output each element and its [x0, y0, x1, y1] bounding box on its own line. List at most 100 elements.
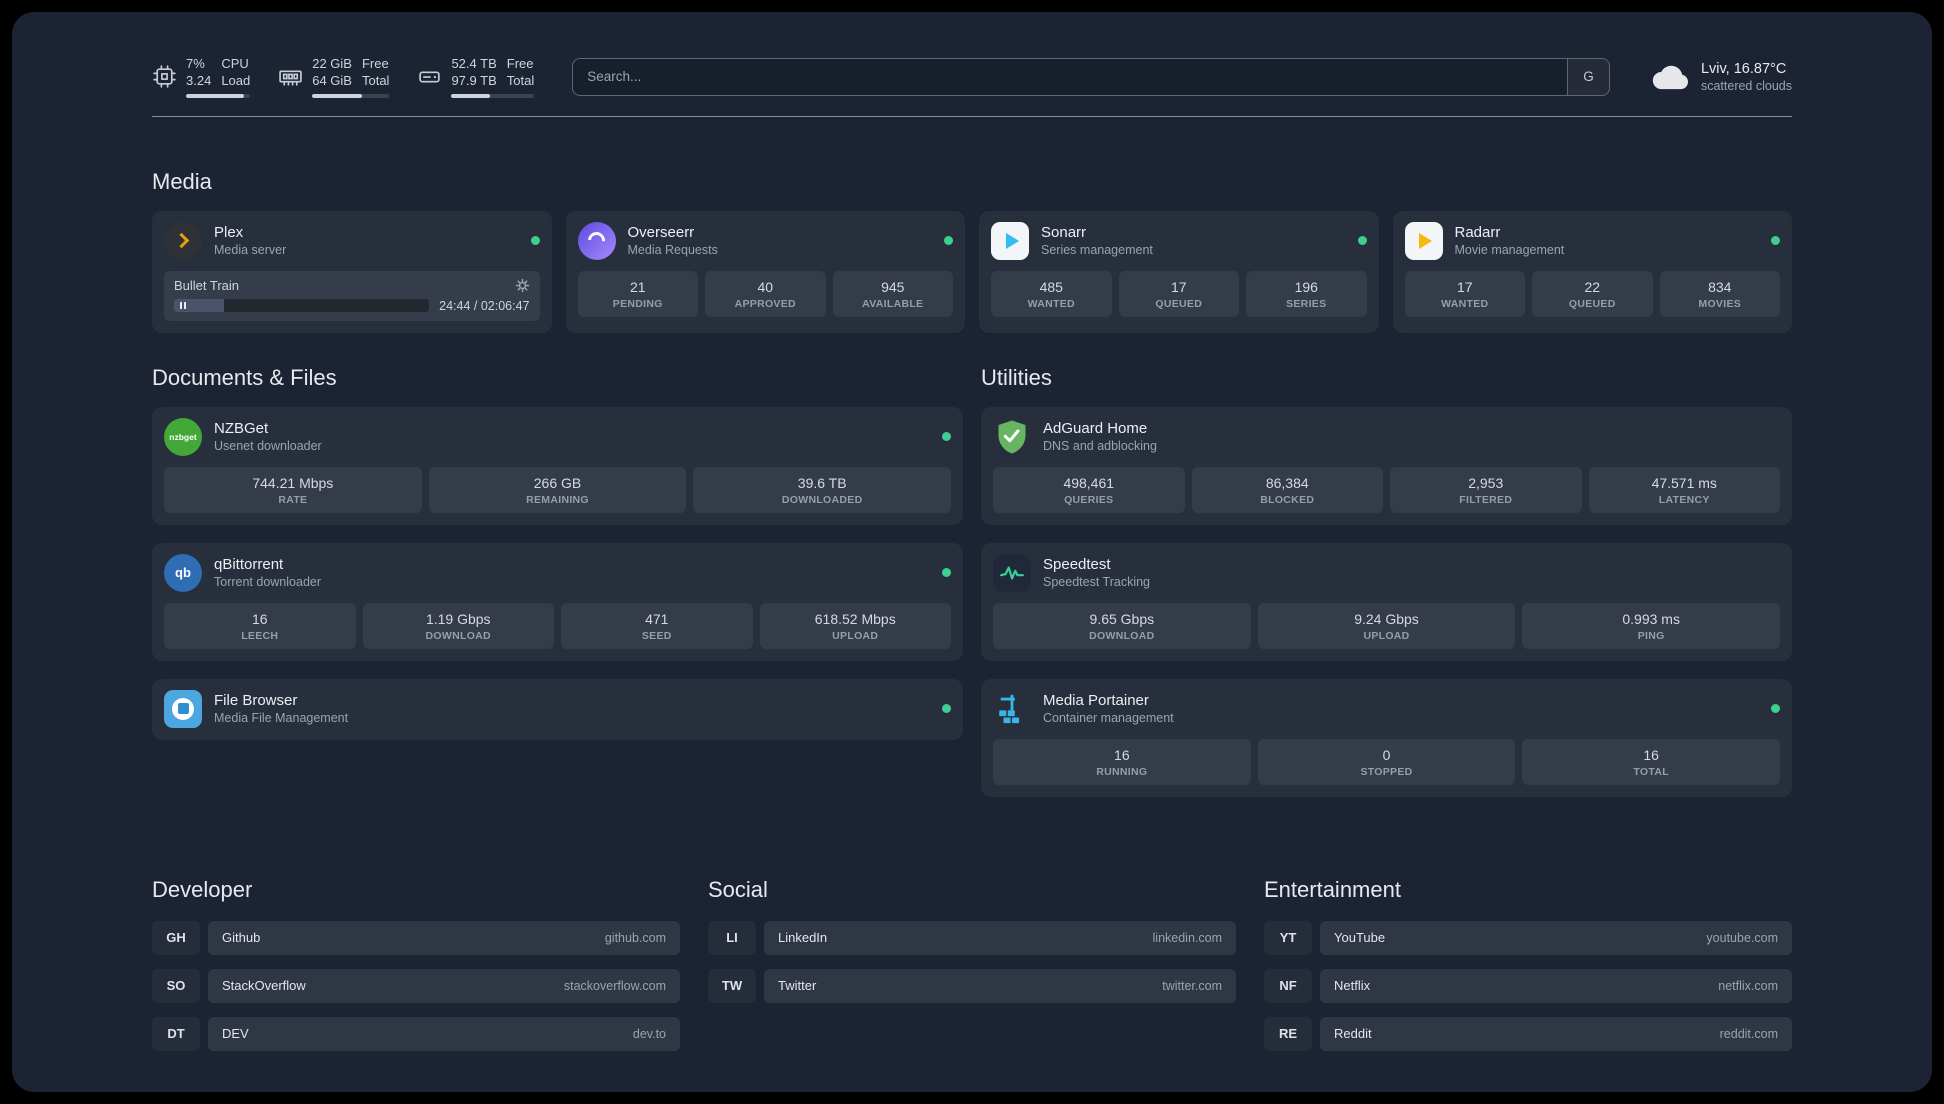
playback-progress-bar[interactable]: [174, 299, 430, 313]
dashboard-panel: 7% 3.24 CPU Load 22 GiB 64 GiB Free Tota…: [12, 12, 1932, 1092]
stat-series: 196 SERIES: [1246, 270, 1367, 317]
service-card-portainer[interactable]: Media Portainer Container management 16 …: [981, 678, 1792, 797]
service-card-sonarr[interactable]: Sonarr Series management 485 WANTED 17 Q…: [979, 210, 1379, 333]
stat-running: 16 RUNNING: [993, 738, 1251, 785]
service-name: Plex: [214, 224, 244, 242]
topbar-divider: [152, 115, 1792, 117]
top-bar: 7% 3.24 CPU Load 22 GiB 64 GiB Free Tota…: [152, 56, 1792, 98]
bookmark-abbr: LI: [708, 920, 756, 955]
bookmark-stackoverflow[interactable]: SO StackOverflow stackoverflow.com: [152, 968, 680, 1003]
stat-ping: 0.993 ms PING: [1522, 602, 1781, 649]
bookmark-group-title: Developer: [152, 876, 253, 902]
gear-icon[interactable]: [515, 278, 530, 293]
bookmark-name: Twitter: [778, 978, 817, 994]
service-desc: Usenet downloader: [214, 439, 322, 454]
service-desc: Container management: [1043, 711, 1174, 726]
search-input[interactable]: [573, 58, 1567, 95]
bookmark-url: dev.to: [632, 1026, 666, 1041]
stat-approved: 40 APPROVED: [705, 270, 826, 317]
bookmark-abbr: YT: [1264, 920, 1312, 955]
status-dot: [942, 568, 951, 578]
pause-icon[interactable]: [180, 302, 186, 310]
bookmark-github[interactable]: GH Github github.com: [152, 920, 680, 955]
bookmark-youtube[interactable]: YT YouTube youtube.com: [1264, 920, 1792, 955]
memory-free: 22 GiB: [312, 56, 352, 71]
cpu-percent: 7%: [186, 56, 205, 71]
bookmark-netflix[interactable]: NF Netflix netflix.com: [1264, 968, 1792, 1003]
service-card-adguard[interactable]: AdGuard Home DNS and adblocking 498,461 …: [981, 406, 1792, 525]
memory-bar-fill: [312, 93, 363, 98]
cpu-load: 3.24: [186, 72, 212, 88]
bookmark-linkedin[interactable]: LI LinkedIn linkedin.com: [708, 920, 1236, 955]
stat-wanted: 17 WANTED: [1404, 270, 1525, 317]
stat-movies: 834 MOVIES: [1659, 270, 1780, 317]
bookmark-name: Reddit: [1334, 1026, 1372, 1042]
plex-icon: [164, 221, 202, 260]
disk-bar-fill: [451, 93, 490, 98]
bookmark-group-title: Entertainment: [1264, 876, 1401, 902]
stat-blocked: 86,384 BLOCKED: [1191, 466, 1383, 513]
memory-widget: 22 GiB 64 GiB Free Total: [278, 56, 390, 98]
search-form: G: [572, 57, 1610, 96]
service-name: qBittorrent: [214, 556, 284, 574]
section-documents: Documents & Files nzbget NZBGet Usenet d…: [152, 365, 963, 758]
service-name: Sonarr: [1041, 224, 1087, 242]
cloud-icon: [1652, 65, 1688, 90]
service-card-plex[interactable]: Plex Media server Bullet Train 24:44 / 0…: [152, 210, 552, 333]
bookmark-abbr: TW: [708, 968, 756, 1003]
stat-filtered: 2,953 FILTERED: [1390, 466, 1582, 513]
cpu-icon: [153, 65, 176, 89]
stat-queued: 17 QUEUED: [1118, 270, 1239, 317]
service-desc: Media Requests: [627, 243, 718, 258]
status-dot: [944, 236, 953, 246]
bookmark-url: reddit.com: [1719, 1026, 1778, 1041]
stat-seed: 471 SEED: [561, 602, 753, 649]
service-card-filebrowser[interactable]: File Browser Media File Management: [152, 678, 963, 740]
overseerr-icon: [577, 221, 616, 260]
disk-bar: [451, 93, 535, 98]
weather-widget: Lviv, 16.87°C scattered clouds: [1648, 61, 1792, 93]
qbittorrent-icon: qb: [164, 553, 202, 592]
stat-leech: 16 LEECH: [164, 602, 356, 649]
stat-total: 16 TOTAL: [1522, 738, 1781, 785]
memory-total-label: Total: [361, 72, 390, 88]
stat-stopped: 0 STOPPED: [1257, 738, 1516, 785]
documents-section-title: Documents & Files: [152, 364, 337, 390]
stat-downloaded: 39.6 TB DOWNLOADED: [693, 466, 952, 513]
search-provider-button[interactable]: G: [1566, 58, 1609, 95]
service-name: NZBGet: [214, 420, 269, 438]
service-card-overseerr[interactable]: Overseerr Media Requests 21 PENDING 40 A…: [565, 210, 965, 333]
service-card-qbittorrent[interactable]: qb qBittorrent Torrent downloader 16 LEE…: [152, 542, 963, 661]
service-name: Radarr: [1454, 224, 1501, 242]
disk-free: 52.4 TB: [451, 56, 497, 71]
disk-free-label: Free: [506, 56, 534, 71]
stat-queued: 22 QUEUED: [1532, 270, 1653, 317]
bookmark-url: twitter.com: [1162, 978, 1222, 993]
stat-upload: 618.52 Mbps UPLOAD: [759, 602, 951, 649]
status-dot: [942, 704, 951, 714]
service-name: AdGuard Home: [1043, 420, 1148, 438]
bookmark-group-title: Social: [708, 876, 768, 902]
stat-queries: 498,461 QUERIES: [993, 466, 1185, 513]
cpu-bar: [186, 93, 251, 98]
nzbget-icon: nzbget: [164, 417, 202, 456]
stat-download: 1.19 Gbps DOWNLOAD: [362, 602, 554, 649]
service-name: Media Portainer: [1043, 692, 1149, 710]
bookmark-group-social: Social LI LinkedIn linkedin.com TW Twitt…: [708, 877, 1236, 1017]
service-desc: Speedtest Tracking: [1043, 575, 1151, 590]
service-desc: Movie management: [1454, 243, 1565, 258]
bookmark-name: LinkedIn: [778, 930, 828, 946]
service-name: Overseerr: [627, 224, 695, 242]
bookmark-twitter[interactable]: TW Twitter twitter.com: [708, 968, 1236, 1003]
memory-free-label: Free: [361, 56, 389, 71]
memory-bar: [312, 93, 390, 98]
service-card-speedtest[interactable]: Speedtest Speedtest Tracking 9.65 Gbps D…: [981, 542, 1792, 661]
service-card-nzbget[interactable]: nzbget NZBGet Usenet downloader 744.21 M…: [152, 406, 963, 525]
bookmark-dev[interactable]: DT DEV dev.to: [152, 1016, 680, 1051]
service-card-radarr[interactable]: Radarr Movie management 17 WANTED 22 QUE…: [1392, 210, 1792, 333]
adguard-icon: [993, 418, 1031, 456]
speedtest-icon: [993, 553, 1031, 592]
bookmark-name: Github: [222, 930, 261, 946]
bookmark-url: youtube.com: [1706, 930, 1778, 945]
bookmark-reddit[interactable]: RE Reddit reddit.com: [1264, 1016, 1792, 1051]
